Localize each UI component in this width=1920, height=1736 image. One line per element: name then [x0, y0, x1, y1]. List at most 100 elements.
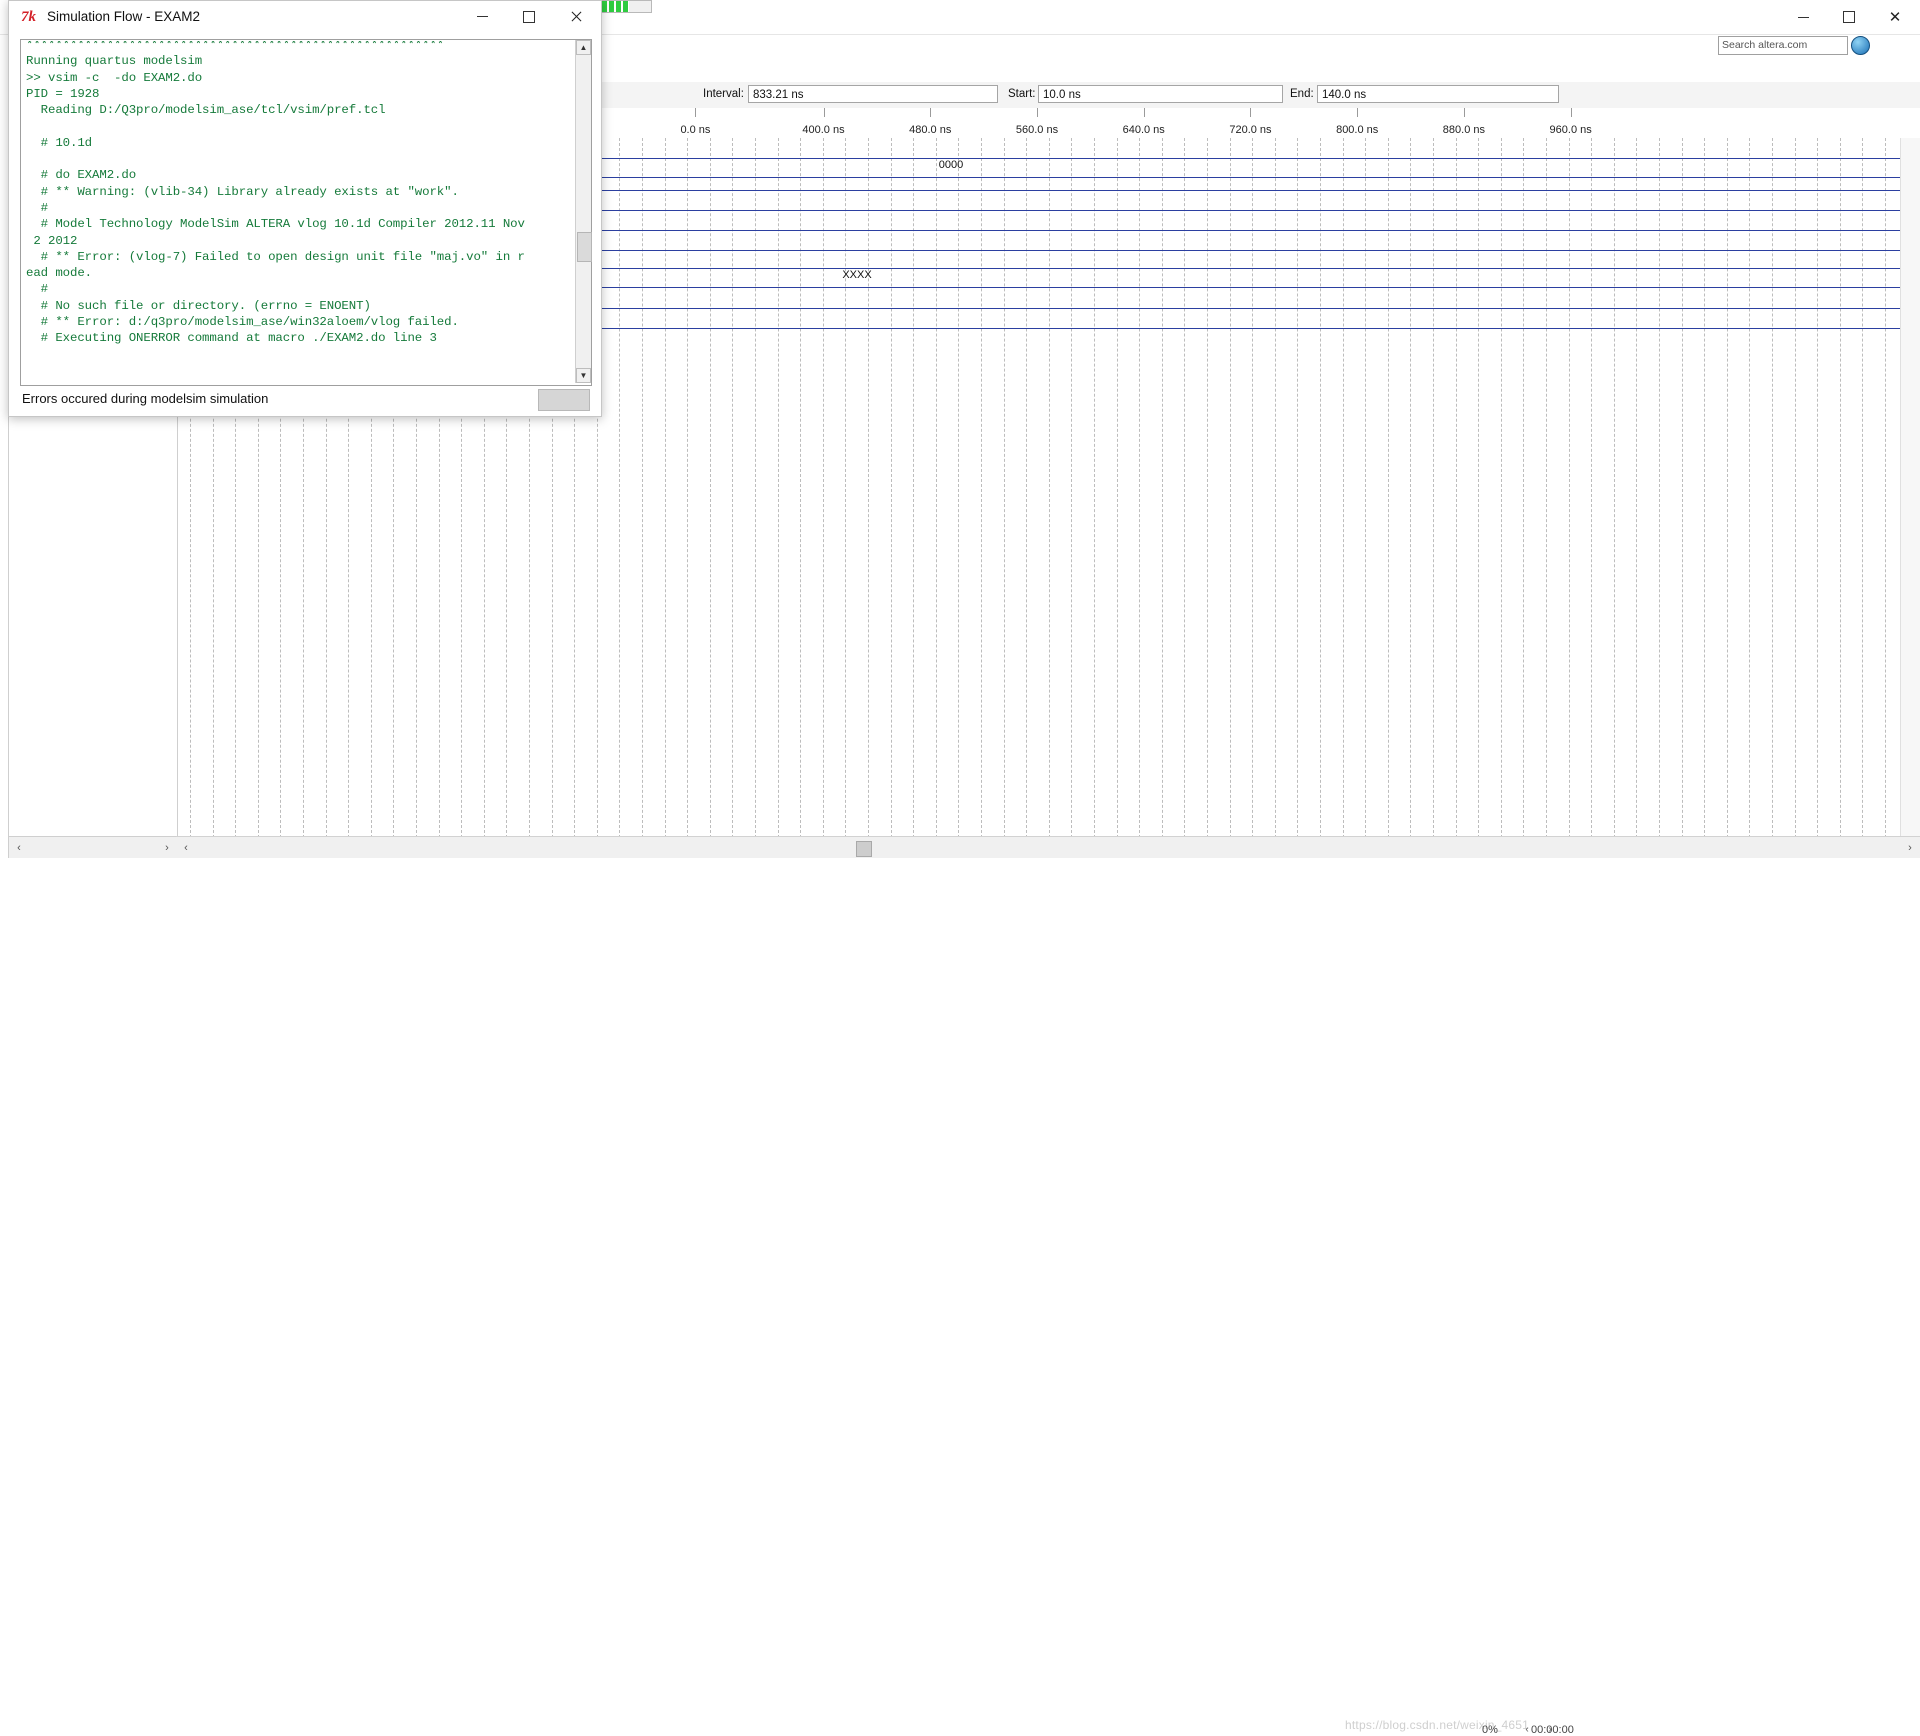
wave-scroll-left-icon[interactable]: ‹ — [176, 838, 196, 858]
grid-line — [1184, 138, 1186, 838]
ruler-tick-mark — [695, 108, 697, 117]
grid-line — [1342, 138, 1345, 838]
start-field[interactable]: 10.0 ns — [1038, 85, 1283, 103]
grid-line — [1839, 138, 1842, 838]
dialog-maximize-button[interactable] — [506, 1, 552, 32]
ruler-tick-mark — [1570, 108, 1572, 117]
watermark-text: https://blog.csdn.net/weixin_4651 — [1345, 1718, 1530, 1732]
grid-line — [1455, 138, 1458, 838]
grid-line — [1817, 138, 1819, 838]
maximize-icon — [1843, 11, 1855, 23]
minimize-icon — [1797, 16, 1809, 18]
grid-line — [1229, 138, 1232, 838]
ruler-tick-label: 400.0 ns — [802, 124, 845, 136]
ruler-tick-label: 880.0 ns — [1442, 124, 1486, 136]
grid-line — [1161, 138, 1164, 838]
grid-line — [1726, 138, 1729, 838]
background-minimize-button[interactable] — [1780, 0, 1826, 34]
grid-line — [1772, 138, 1774, 838]
ruler-tick-mark — [1463, 108, 1465, 117]
close-icon: ✕ — [1888, 9, 1902, 26]
dialog-minimize-button[interactable] — [459, 1, 505, 32]
dialog-status-text: Errors occured during modelsim simulatio… — [22, 391, 269, 406]
ruler-tick-label: 640.0 ns — [1122, 124, 1165, 136]
ruler-tick-label: 560.0 ns — [1015, 124, 1059, 136]
grid-line — [845, 138, 847, 838]
simulation-console[interactable]: ****************************************… — [22, 41, 588, 384]
grid-line — [1659, 138, 1661, 838]
grid-line — [732, 138, 734, 838]
ruler-tick-mark — [1143, 108, 1145, 117]
wave-vertical-scrollbar[interactable] — [1900, 138, 1920, 836]
minimize-icon — [476, 16, 488, 17]
dialog-close-button[interactable] — [553, 1, 599, 32]
ruler-tick-mark — [1250, 108, 1252, 117]
grid-line — [777, 138, 780, 838]
top-progress-indicator — [594, 0, 652, 13]
grid-line — [1478, 138, 1480, 838]
grid-line — [1139, 138, 1141, 838]
scroll-left-icon[interactable]: ‹ — [9, 838, 29, 858]
interval-label: Interval: — [703, 88, 744, 100]
background-maximize-button[interactable] — [1826, 0, 1872, 34]
wave-scroll-thumb[interactable] — [856, 841, 872, 857]
dialog-title: Simulation Flow - EXAM2 — [47, 9, 201, 24]
interval-field[interactable]: 833.21 ns — [748, 85, 998, 103]
bus-value-label: XXXX — [842, 269, 872, 281]
grid-line — [935, 138, 938, 838]
grid-line — [619, 138, 621, 838]
grid-line — [1071, 138, 1073, 838]
grid-line — [1252, 138, 1254, 838]
wave-horizontal-scrollbar[interactable]: ‹ › — [176, 836, 1920, 859]
grid-line — [1636, 138, 1638, 838]
ruler-tick-label: 800.0 ns — [1336, 124, 1379, 136]
console-scroll-down-icon[interactable]: ▼ — [576, 368, 591, 383]
grid-line — [890, 138, 893, 838]
progress-percent: 0% — [1482, 1724, 1498, 1736]
grid-line — [1003, 138, 1006, 838]
grid-line — [709, 138, 712, 838]
grid-line — [1320, 138, 1322, 838]
ruler-tick-mark — [930, 108, 932, 117]
grid-line — [1794, 138, 1797, 838]
grid-line — [1704, 138, 1706, 838]
grid-line — [1862, 138, 1864, 838]
signal-panel-horizontal-scrollbar[interactable]: ‹ › — [8, 836, 178, 860]
grid-line — [664, 138, 667, 838]
quartus-logo-icon: 7k — [21, 9, 36, 25]
scroll-right-icon[interactable]: › — [157, 838, 177, 858]
globe-icon[interactable] — [1851, 36, 1870, 55]
grid-line — [1681, 138, 1684, 838]
simulation-flow-dialog: 7k Simulation Flow - EXAM2 *************… — [8, 0, 602, 417]
grid-line — [1410, 138, 1412, 838]
console-vertical-scrollbar[interactable]: ▲ ▼ — [575, 40, 592, 383]
signal-name-panel[interactable] — [8, 415, 178, 841]
wave-scroll-right-icon[interactable]: › — [1900, 838, 1920, 858]
ruler-tick-label: 720.0 ns — [1229, 124, 1272, 136]
dialog-titlebar[interactable]: 7k Simulation Flow - EXAM2 — [9, 1, 601, 33]
ruler-tick-label: 960.0 ns — [1549, 124, 1592, 136]
grid-line — [1546, 138, 1548, 838]
grid-line — [1885, 138, 1887, 838]
grid-line — [1568, 138, 1571, 838]
console-scroll-thumb[interactable] — [577, 232, 592, 262]
grid-line — [1297, 138, 1299, 838]
grid-line — [868, 138, 870, 838]
background-close-button[interactable]: ✕ — [1872, 0, 1918, 34]
grid-line — [800, 138, 802, 838]
ruler-tick-mark — [1036, 108, 1038, 117]
grid-line — [642, 138, 644, 838]
grid-line — [981, 138, 983, 838]
end-label: End: — [1290, 88, 1314, 100]
grid-line — [1523, 138, 1525, 838]
grid-line — [1026, 138, 1028, 838]
bottom-status-bar: https://blog.csdn.net/weixin_4651 0% ‹ ›… — [0, 858, 1920, 1736]
search-input[interactable]: Search altera.com — [1718, 36, 1848, 55]
end-field[interactable]: 140.0 ns — [1317, 85, 1559, 103]
grid-line — [1116, 138, 1119, 838]
bus-value-label: 0000 — [938, 159, 964, 171]
console-scroll-up-icon[interactable]: ▲ — [576, 40, 591, 55]
altera-search-area: Search altera.com — [1718, 36, 1870, 55]
grid-line — [1048, 138, 1051, 838]
grid-line — [1094, 138, 1096, 838]
